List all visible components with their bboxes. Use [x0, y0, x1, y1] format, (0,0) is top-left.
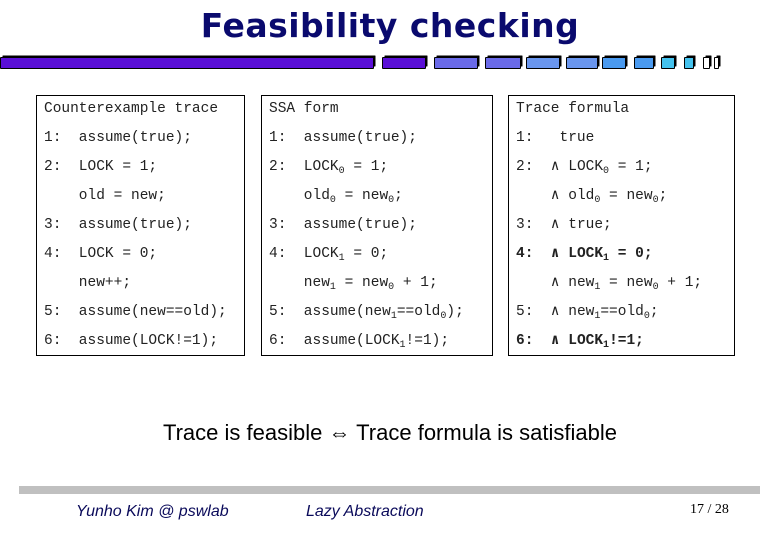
decoration-bar [566, 57, 598, 69]
code-line: old0 = new0; [269, 188, 403, 206]
code-line: 5: ∧ new1==old0; [516, 304, 659, 322]
trace-formula-box: Trace formula 1: true 2: ∧ LOCK0 = 1; ∧ o… [508, 95, 735, 356]
code-line: 2: LOCK0 = 1; [269, 159, 389, 177]
decoration-bar [0, 57, 374, 69]
code-line: 4: LOCK = 0; [44, 246, 158, 262]
code-line: new++; [44, 275, 132, 291]
code-line: 2: ∧ LOCK0 = 1; [516, 159, 653, 177]
code-line: new1 = new0 + 1; [269, 275, 438, 293]
code-line: 1: assume(true); [269, 130, 417, 146]
code-line: old = new; [44, 188, 166, 204]
code-line: ∧ old0 = new0; [516, 188, 668, 206]
slide-title: Feasibility checking [200, 6, 580, 45]
code-line: 3: assume(true); [269, 217, 417, 233]
page-number: 17 / 28 [690, 502, 729, 517]
code-line: 1: assume(true); [44, 130, 192, 146]
decoration-bar [661, 57, 675, 69]
code-line: 4: ∧ LOCK1 = 0; [516, 246, 653, 264]
code-line: 5: assume(new1==old0); [269, 304, 464, 322]
decoration-bar [634, 57, 654, 69]
feasibility-statement: Trace is feasible ⇔ Trace formula is sat… [162, 420, 618, 445]
code-line: 6: assume(LOCK1!=1); [269, 333, 450, 351]
counterexample-trace-box: Counterexample trace 1: assume(true); 2: … [36, 95, 245, 356]
code-line: 6: assume(LOCK!=1); [44, 333, 219, 349]
code-line: 5: assume(new==old); [44, 304, 227, 320]
decoration-bar [526, 57, 560, 69]
code-line: 4: LOCK1 = 0; [269, 246, 389, 264]
code-line: 3: ∧ true; [516, 217, 612, 233]
code-line: 3: assume(true); [44, 217, 192, 233]
title-decoration-bars [0, 55, 780, 71]
ssa-form-box: SSA form 1: assume(true); 2: LOCK0 = 1; o… [261, 95, 493, 356]
footer-topic: Lazy Abstraction [306, 503, 424, 520]
code-line: 6: ∧ LOCK1!=1; [516, 333, 644, 351]
decoration-bar [434, 57, 478, 69]
code-line: 1: true [516, 130, 595, 146]
decoration-bar [485, 57, 521, 69]
column-header: Counterexample trace [44, 101, 219, 117]
column-header: Trace formula [516, 101, 630, 117]
footer-author: Yunho Kim @ pswlab [76, 503, 229, 520]
decoration-bar [602, 57, 626, 69]
footer-divider [19, 486, 760, 494]
decoration-bar [684, 57, 694, 69]
code-line: ∧ new1 = new0 + 1; [516, 275, 703, 293]
decoration-bar [703, 57, 710, 69]
column-header: SSA form [269, 101, 339, 117]
decoration-bar [714, 57, 719, 69]
code-line: 2: LOCK = 1; [44, 159, 158, 175]
decoration-bar [382, 57, 426, 69]
